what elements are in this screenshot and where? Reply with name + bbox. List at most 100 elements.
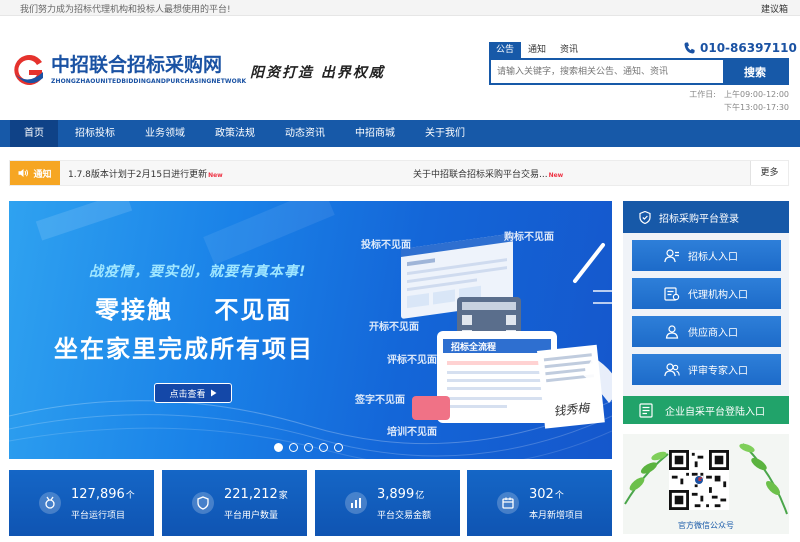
search-tabs: 公告 通知 资讯	[489, 42, 585, 58]
stat-label: 平台运行项目	[71, 511, 126, 521]
work-hours-am: 上午09:00-12:00	[724, 90, 789, 99]
notice-item[interactable]: 1.7.8版本计划于2月15日进行更新New	[68, 167, 223, 180]
tenderer-entry-label: 招标人入口	[688, 252, 738, 263]
hero-banner[interactable]: 招标全流程 钱秀梅 投标不见面 购标不见面 开标不见面 评标不见面 签字不见面 …	[9, 201, 612, 459]
document-icon	[639, 402, 653, 418]
search-box: 搜索	[489, 58, 789, 85]
carousel-dot[interactable]	[274, 443, 283, 452]
banner-label: 开标不见面	[369, 322, 419, 333]
site-logo[interactable]: 中招联合招标采购网 ZHONGZHAOUNITEDBIDDINGANDPURCH…	[9, 50, 249, 90]
banner-subtitle: 战疫情，要实创，就要有真本事!	[89, 264, 307, 280]
site-slogan: 我们努力成为招标代理机构和投标人最想使用的平台!	[20, 5, 231, 15]
nav-item-news[interactable]: 动态资讯	[272, 120, 338, 147]
wechat-qr-code[interactable]	[669, 450, 729, 510]
logo-g-icon	[14, 55, 43, 85]
agency-entry-label: 代理机构入口	[688, 290, 748, 301]
search-button[interactable]: 搜索	[723, 60, 787, 83]
banner-headline-2: 坐在家里完成所有项目	[54, 335, 314, 363]
agency-entry-button[interactable]: 代理机构入口	[632, 278, 781, 309]
group-icon	[664, 362, 680, 376]
stat-value: 3,899亿	[377, 487, 425, 502]
supplier-entry-button[interactable]: 供应商入口	[632, 316, 781, 347]
medal-icon	[39, 492, 61, 514]
work-hours-pm: 下午13:00-17:30	[724, 103, 789, 112]
nav-item-policy[interactable]: 政策法规	[202, 120, 268, 147]
banner-label: 培训不见面	[387, 427, 437, 438]
banner-label: 购标不见面	[504, 232, 554, 243]
banner-label: 签字不见面	[355, 395, 405, 406]
notice-tag-label: 通知	[33, 169, 52, 180]
work-hours: 工作日: 上午09:00-12:00 下午13:00-17:30	[689, 88, 789, 114]
contact-phone: 010-86397110	[684, 41, 797, 55]
banner-view-button[interactable]: 点击查看	[154, 383, 232, 403]
banner-headline-1: 零接触 不见面	[95, 296, 293, 324]
bar-chart-icon	[345, 492, 367, 514]
notice-item-text: 关于中招联合招标采购平台交易...	[413, 170, 548, 180]
nav-item-mall[interactable]: 中招商城	[342, 120, 408, 147]
stat-card-users: 221,212家 平台用户数量	[162, 470, 307, 536]
carousel-dot[interactable]	[304, 443, 313, 452]
logo-name-cn: 中招联合招标采购网	[51, 54, 223, 76]
banner-screen-title: 招标全流程	[451, 341, 496, 353]
supplier-entry-label: 供应商入口	[688, 328, 738, 339]
search-tab-announcement[interactable]: 公告	[489, 42, 522, 58]
shield-icon	[639, 210, 651, 224]
phone-icon	[684, 42, 695, 54]
notice-item[interactable]: 关于中招联合招标采购平台交易...New	[413, 167, 563, 180]
stat-card-projects: 127,896个 平台运行项目	[9, 470, 154, 536]
notice-item-text: 1.7.8版本计划于2月15日进行更新	[68, 170, 208, 180]
banner-label: 投标不见面	[361, 240, 411, 251]
stat-label: 平台交易金额	[377, 511, 432, 521]
login-panel-title: 招标采购平台登录	[659, 213, 739, 225]
nav-item-home[interactable]: 首页	[10, 120, 58, 147]
stat-label: 平台用户数量	[224, 511, 279, 521]
carousel-dots	[274, 443, 343, 452]
user-icon	[664, 248, 679, 262]
expert-entry-label: 评审专家入口	[688, 366, 748, 377]
nav-item-business[interactable]: 业务领域	[132, 120, 198, 147]
notice-bar: 通知 1.7.8版本计划于2月15日进行更新New 关于中招联合招标采购平台交易…	[9, 160, 789, 186]
nav-item-about[interactable]: 关于我们	[412, 120, 478, 147]
search-input[interactable]	[491, 60, 723, 83]
phone-number: 010-86397110	[700, 41, 797, 55]
login-panel: 招标采购平台登录 招标人入口 代理机构入口 供应商入口 评审专家入口	[623, 201, 789, 424]
new-badge: New	[548, 172, 564, 179]
login-panel-header: 招标采购平台登录	[623, 201, 789, 233]
carousel-dot[interactable]	[319, 443, 328, 452]
nav-item-bidding[interactable]: 招标投标	[62, 120, 128, 147]
id-card-icon	[664, 286, 680, 301]
stat-value: 221,212家	[224, 487, 288, 502]
wechat-qr-panel: 官方微信公众号	[623, 434, 789, 534]
arrow-right-icon	[210, 389, 216, 397]
notice-more-link[interactable]: 更多	[750, 161, 788, 185]
stat-card-amount: 3,899亿 平台交易金额	[315, 470, 460, 536]
person-icon	[665, 324, 679, 339]
search-tab-notice[interactable]: 通知	[521, 42, 553, 58]
stat-label: 本月新增项目	[529, 511, 584, 521]
carousel-dot[interactable]	[289, 443, 298, 452]
new-badge: New	[208, 172, 223, 179]
site-motto: 阳资打造 出界权威	[250, 65, 385, 81]
speaker-icon	[18, 169, 29, 177]
carousel-dot[interactable]	[334, 443, 343, 452]
shield-badge-icon	[192, 492, 214, 514]
stat-value: 302个	[529, 487, 564, 502]
main-nav: 首页 招标投标 业务领域 政策法规 动态资讯 中招商城 关于我们	[0, 120, 800, 147]
calendar-icon	[497, 492, 519, 514]
self-procurement-label: 企业自采平台登陆入口	[665, 406, 765, 418]
top-bar: 我们努力成为招标代理机构和投标人最想使用的平台! 建议箱	[0, 0, 800, 16]
stat-card-new-projects: 302个 本月新增项目	[467, 470, 612, 536]
work-hours-label: 工作日:	[689, 90, 716, 99]
stat-value: 127,896个	[71, 487, 135, 502]
wechat-caption: 官方微信公众号	[678, 521, 734, 530]
banner-illustration: 招标全流程 钱秀梅	[401, 233, 612, 429]
suggestion-box-link[interactable]: 建议箱	[761, 2, 788, 15]
expert-entry-button[interactable]: 评审专家入口	[632, 354, 781, 385]
logo-name-en: ZHONGZHAOUNITEDBIDDINGANDPURCHASINGNETWO…	[51, 78, 247, 85]
notice-tag: 通知	[10, 161, 60, 185]
banner-view-button-label: 点击查看	[169, 389, 206, 400]
banner-label: 评标不见面	[387, 355, 437, 366]
tenderer-entry-button[interactable]: 招标人入口	[632, 240, 781, 271]
self-procurement-entry-button[interactable]: 企业自采平台登陆入口	[623, 396, 789, 424]
search-tab-news[interactable]: 资讯	[553, 42, 585, 58]
